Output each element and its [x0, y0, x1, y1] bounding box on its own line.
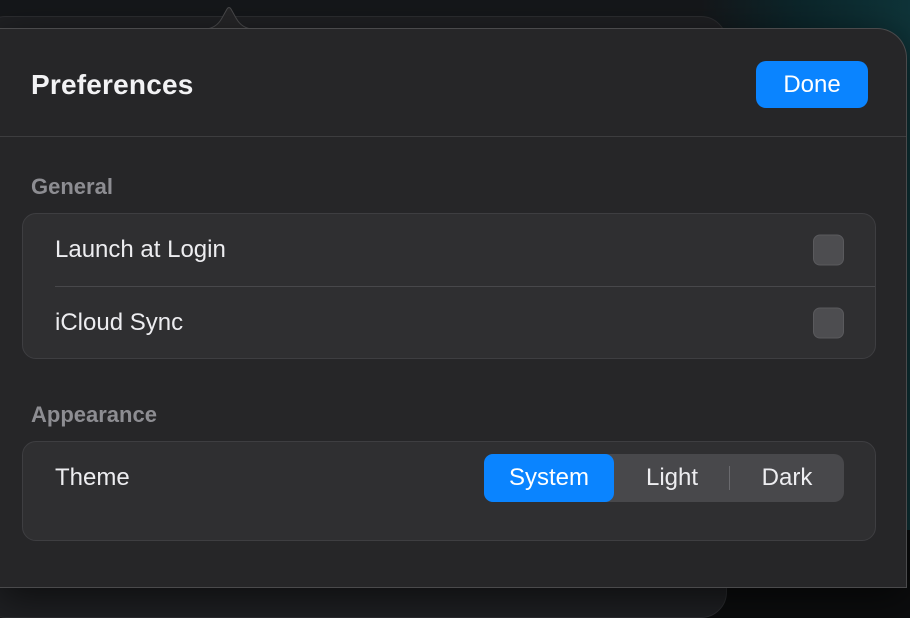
icloud-sync-label: iCloud Sync [55, 309, 184, 336]
section-label-appearance: Appearance [31, 402, 157, 427]
icloud-sync-checkbox[interactable] [813, 307, 844, 339]
appearance-settings-group: Theme System Light Dark [22, 441, 876, 541]
general-settings-group: Launch at Login iCloud Sync [22, 213, 876, 359]
page-title: Preferences [31, 69, 194, 100]
popover-arrow-icon [196, 7, 262, 30]
theme-option-system[interactable]: System [484, 454, 614, 502]
popover-header: Preferences Done [0, 29, 906, 137]
theme-segmented-control: System Light Dark [484, 454, 844, 502]
preferences-popover: Preferences Done General Launch at Login… [0, 28, 907, 588]
theme-row: Theme System Light Dark [23, 442, 875, 514]
icloud-sync-row: iCloud Sync [23, 287, 875, 359]
section-label-general: General [31, 174, 113, 199]
theme-option-dark[interactable]: Dark [730, 454, 844, 502]
theme-label: Theme [55, 464, 130, 491]
launch-at-login-checkbox[interactable] [813, 234, 844, 266]
theme-option-light[interactable]: Light [614, 454, 730, 502]
launch-at-login-label: Launch at Login [55, 236, 226, 263]
done-button[interactable]: Done [756, 61, 868, 108]
launch-at-login-row: Launch at Login [23, 214, 875, 286]
